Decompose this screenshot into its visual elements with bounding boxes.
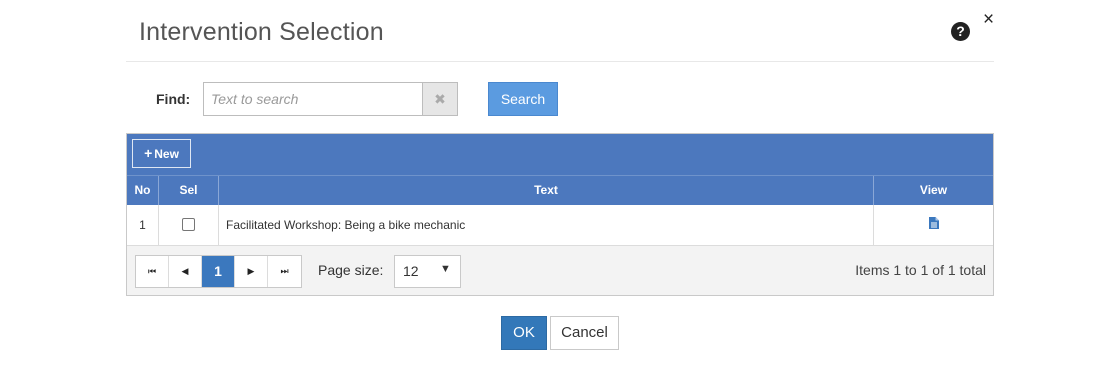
grid-header: No Sel Text View	[127, 175, 993, 205]
column-header-no[interactable]: No	[127, 176, 159, 205]
caret-down-icon: ▼	[440, 263, 451, 275]
page-size-select[interactable]: 12 ▼	[394, 255, 461, 288]
current-page-button[interactable]: 1	[202, 256, 235, 287]
plus-icon: +	[144, 145, 153, 161]
column-header-sel[interactable]: Sel	[159, 176, 219, 205]
next-page-button[interactable]: ▶	[235, 256, 268, 287]
pager: ⏮ ◀ 1 ▶ ⏭ Page size: 12 ▼ Items 1 to 1 o…	[127, 246, 993, 295]
grid-toolbar: + New	[127, 134, 993, 175]
column-header-view[interactable]: View	[874, 176, 993, 205]
search-button[interactable]: Search	[488, 82, 558, 116]
items-info: Items 1 to 1 of 1 total	[855, 262, 986, 278]
interventions-grid: + New No Sel Text View 1 Facilitated Work…	[126, 133, 994, 296]
cancel-button[interactable]: Cancel	[550, 316, 619, 350]
table-row[interactable]: 1 Facilitated Workshop: Being a bike mec…	[127, 205, 993, 246]
clear-icon: ✖	[434, 91, 446, 107]
close-icon[interactable]: ×	[983, 10, 994, 29]
row-text: Facilitated Workshop: Being a bike mecha…	[219, 205, 874, 245]
clear-search-button[interactable]: ✖	[422, 82, 458, 116]
next-page-icon: ▶	[247, 266, 255, 276]
row-number: 1	[127, 205, 159, 245]
row-select-checkbox[interactable]	[182, 218, 195, 232]
page-size-value: 12	[403, 263, 419, 279]
new-button[interactable]: + New	[132, 139, 191, 168]
first-page-button[interactable]: ⏮	[136, 256, 169, 287]
search-input[interactable]	[203, 82, 423, 116]
column-header-text[interactable]: Text	[219, 176, 874, 205]
page-size-label: Page size:	[318, 262, 384, 278]
new-button-label: New	[154, 147, 179, 161]
last-page-icon: ⏭	[280, 266, 289, 276]
first-page-icon: ⏮	[147, 266, 157, 276]
find-label: Find:	[156, 91, 191, 107]
document-icon[interactable]	[928, 205, 939, 245]
dialog-title: Intervention Selection	[139, 18, 384, 46]
pager-buttons: ⏮ ◀ 1 ▶ ⏭	[135, 255, 302, 288]
row-view-cell	[874, 205, 993, 245]
ok-button[interactable]: OK	[501, 316, 547, 350]
last-page-button[interactable]: ⏭	[268, 256, 301, 287]
row-select-cell	[159, 205, 219, 245]
help-icon[interactable]: ?	[951, 22, 970, 41]
title-divider	[126, 61, 994, 62]
previous-page-button[interactable]: ◀	[169, 256, 202, 287]
previous-page-icon: ◀	[181, 266, 189, 276]
